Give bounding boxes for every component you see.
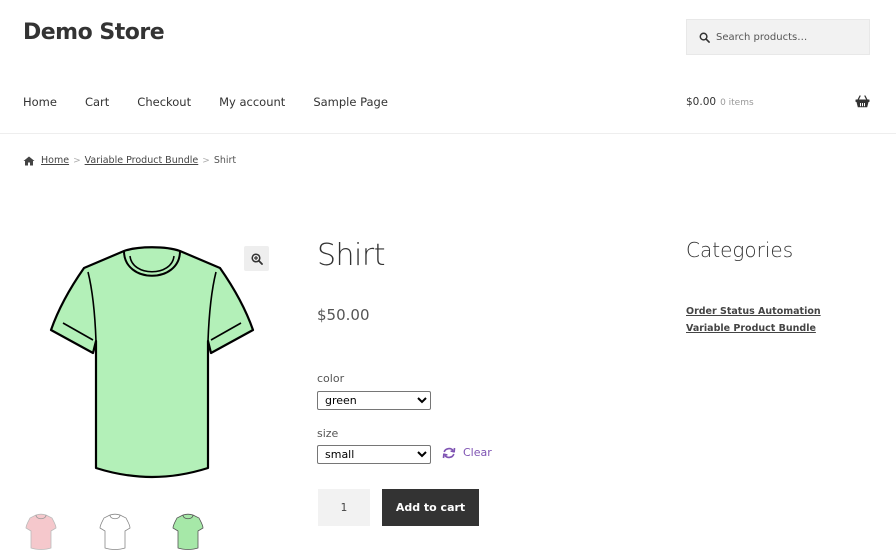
cart-summary[interactable]: $0.00 0 items xyxy=(686,96,754,108)
thumbnail-pink-shirt[interactable] xyxy=(25,513,57,551)
header-divider xyxy=(0,133,896,134)
categories-list: Order Status Automation Variable Product… xyxy=(686,306,821,340)
home-icon xyxy=(23,156,35,165)
search-input[interactable] xyxy=(716,31,866,43)
cart-item-count: 0 items xyxy=(720,98,754,108)
search-box[interactable] xyxy=(686,19,870,55)
breadcrumb: Home > Variable Product Bundle > Shirt xyxy=(23,155,236,166)
breadcrumb-separator: > xyxy=(202,155,210,166)
breadcrumb-separator: > xyxy=(73,155,81,166)
clear-selection-link[interactable]: Clear xyxy=(442,446,492,459)
category-link-variable-product-bundle[interactable]: Variable Product Bundle xyxy=(686,323,816,334)
product-price: $50.00 xyxy=(317,306,370,324)
breadcrumb-category[interactable]: Variable Product Bundle xyxy=(85,155,199,166)
zoom-button[interactable] xyxy=(244,246,269,271)
search-icon xyxy=(699,32,710,43)
thumbnail-green-shirt[interactable] xyxy=(172,513,204,551)
breadcrumb-home[interactable]: Home xyxy=(41,155,69,166)
nav-item-sample-page[interactable]: Sample Page xyxy=(313,95,388,109)
site-title[interactable]: Demo Store xyxy=(23,20,165,45)
product-image-shirt[interactable] xyxy=(48,244,256,480)
breadcrumb-current: Shirt xyxy=(213,155,237,166)
shirt-body xyxy=(49,246,255,479)
list-item: Order Status Automation xyxy=(686,306,821,317)
nav-item-cart[interactable]: Cart xyxy=(85,95,109,109)
color-label: color xyxy=(317,372,345,385)
product-title: Shirt xyxy=(317,238,386,273)
cart-total: $0.00 xyxy=(686,96,717,108)
list-item: Variable Product Bundle xyxy=(686,323,821,334)
nav-item-home[interactable]: Home xyxy=(23,95,57,109)
refresh-icon xyxy=(442,447,456,458)
clear-label: Clear xyxy=(463,446,492,459)
basket-icon[interactable] xyxy=(855,95,870,108)
primary-nav: Home Cart Checkout My account Sample Pag… xyxy=(23,95,416,109)
add-to-cart-button[interactable]: Add to cart xyxy=(382,489,479,526)
nav-item-checkout[interactable]: Checkout xyxy=(137,95,191,109)
category-link-order-status-automation[interactable]: Order Status Automation xyxy=(686,306,821,317)
zoom-icon xyxy=(250,252,263,265)
size-label: size xyxy=(317,427,339,440)
categories-title: Categories xyxy=(686,238,794,262)
color-select[interactable]: green xyxy=(317,391,431,410)
quantity-input[interactable] xyxy=(318,489,370,526)
thumbnail-white-shirt[interactable] xyxy=(99,513,131,551)
size-select[interactable]: small xyxy=(317,445,431,464)
nav-item-my-account[interactable]: My account xyxy=(219,95,285,109)
